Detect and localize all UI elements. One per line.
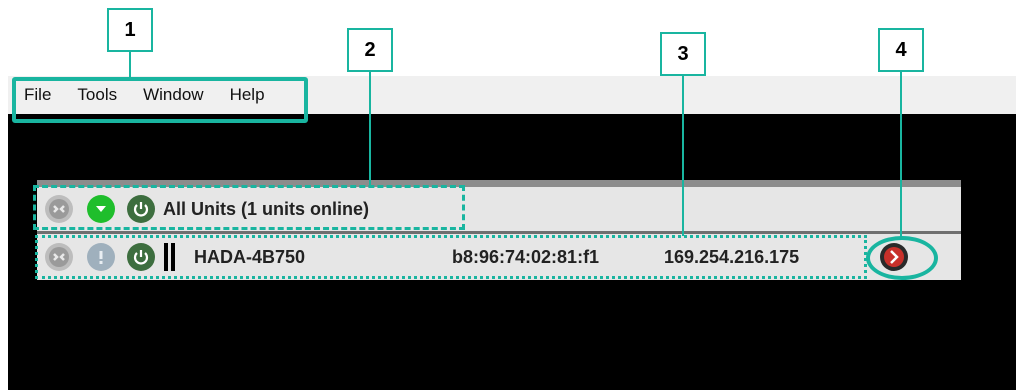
callout-1: 1 [107,8,153,52]
leader-line-1 [129,52,131,78]
highlight-unit-row [35,235,867,279]
window-edge [0,76,8,390]
callout-4: 4 [878,28,924,72]
leader-line-3 [682,76,684,236]
callout-2: 2 [347,28,393,72]
callout-3: 3 [660,32,706,76]
highlight-menu-bar [12,77,308,123]
leader-line-4 [900,72,902,238]
highlight-next-button [866,236,938,280]
highlight-all-units [33,185,465,230]
leader-line-2 [369,72,371,186]
